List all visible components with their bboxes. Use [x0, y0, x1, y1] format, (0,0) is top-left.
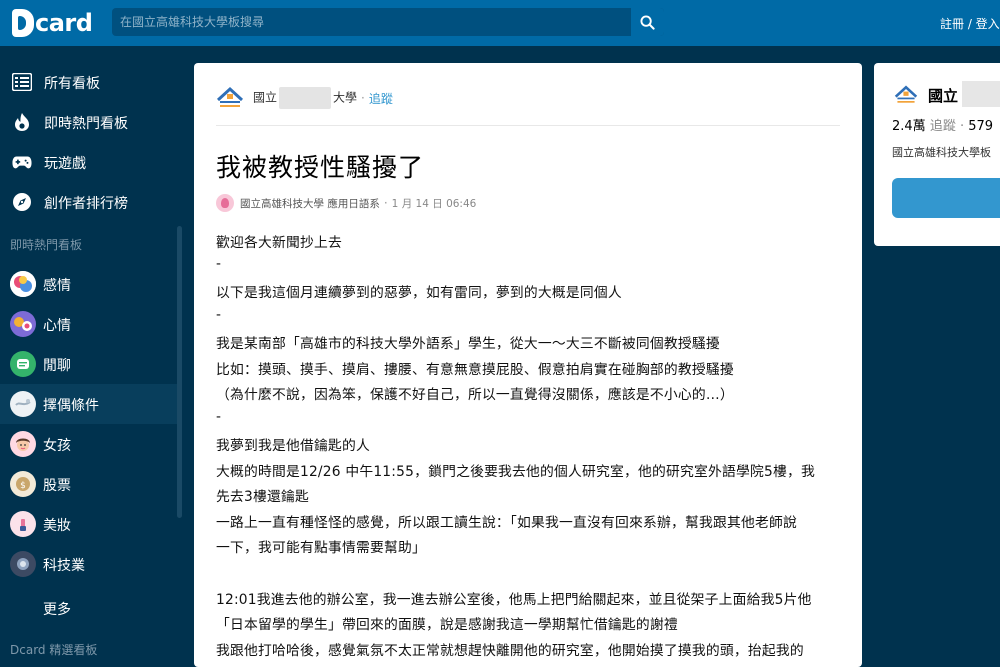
board-item-tech-industry[interactable]: 科技業 — [0, 544, 180, 584]
chat-board-icon — [10, 351, 36, 377]
relationship-board-icon — [10, 271, 36, 297]
body-line: 以下是我這個月連續夢到的惡夢，如有雷同，夢到的大概是同個人 — [216, 285, 622, 301]
more-boards-link[interactable]: 更多 — [43, 599, 71, 619]
search-input[interactable] — [112, 8, 630, 36]
search-icon — [640, 14, 655, 30]
board-label: 股票 — [43, 478, 71, 494]
separator-dot: · — [383, 196, 388, 210]
author-name: 國立高雄科技大學 應用日語系 — [240, 197, 380, 210]
board-label: 閒聊 — [43, 358, 71, 374]
board-item-chat[interactable]: 閒聊 — [0, 344, 180, 384]
nav-creator-ranking[interactable]: 創作者排行榜 — [0, 182, 180, 222]
tech-industry-board-icon — [10, 551, 36, 577]
body-line: 比如：摸頭、摸手、摸肩、摟腰、有意無意摸屁股、假意拍肩實在碰胸部的教授騷擾 — [216, 362, 734, 378]
board-item-stock[interactable]: $ 股票 — [0, 464, 180, 504]
board-item-mood[interactable]: 心情 — [0, 304, 180, 344]
post-card: 國立 大學 · 追蹤 我被教授性騷擾了 國立高雄科技大學 應用日語系 · 1 月 … — [194, 63, 862, 667]
partner-criteria-board-icon — [10, 391, 36, 417]
body-line: - — [216, 409, 222, 425]
body-line: 一下，我可能有點事情需要幫助」 — [216, 540, 426, 556]
school-logo-icon — [216, 86, 244, 107]
register-login-link[interactable]: 註冊 / 登入 — [940, 15, 1000, 32]
board-item-relationship[interactable]: 感情 — [0, 264, 180, 304]
forum-info-card: 國立 2.4萬 追蹤 · 579 國立高雄科技大學板 發文 — [874, 63, 1000, 246]
forum-description: 國立高雄科技大學板 — [892, 146, 991, 159]
featured-boards-section-title: Dcard 精選看板 — [10, 643, 98, 657]
dcard-logo[interactable]: card — [12, 8, 93, 38]
body-line: 一路上一直有種怪怪的感覺，所以跟工讀生說：「如果我一直沒有回來系辦，幫我跟其他老… — [216, 515, 797, 531]
posts-count: 579 — [968, 119, 994, 134]
forum-title[interactable]: 國立 — [928, 85, 958, 106]
body-line: 我夢到我是他借鑰匙的人 — [216, 438, 370, 454]
post-time: 1 月 14 日 06:46 — [391, 197, 477, 210]
redacted-text — [962, 81, 1000, 107]
board-label: 心情 — [43, 318, 71, 334]
separator-dot: · — [361, 91, 365, 105]
body-line: 先去3樓還鑰匙 — [216, 489, 309, 505]
body-line: 我跟他打哈哈後，感覺氣氛不太正常就想趕快離開他的研究室，他開始摸了摸我的頭，抬起… — [216, 643, 804, 659]
nav-play-games[interactable]: 玩遊戲 — [0, 142, 180, 182]
nav-hot-boards[interactable]: 即時熱門看板 — [0, 102, 180, 142]
body-line: 12:01我進去他的辦公室，我一進去辦公室後，他馬上把門給關起來，並且從架子上面… — [216, 592, 812, 608]
board-label: 女孩 — [43, 438, 71, 454]
mood-board-icon — [10, 311, 36, 337]
search-bar — [112, 8, 664, 36]
top-bar: card 註冊 / 登入 — [0, 0, 1000, 46]
board-item-partner-criteria[interactable]: 擇偶條件 — [0, 384, 180, 424]
followers-count: 2.4萬 — [892, 119, 926, 134]
nav-label: 所有看板 — [44, 76, 100, 92]
forum-stats: 2.4萬 追蹤 · 579 — [892, 115, 993, 134]
board-label: 科技業 — [43, 558, 85, 574]
board-label: 美妝 — [43, 518, 71, 534]
compass-icon — [12, 192, 32, 212]
board-label: 擇偶條件 — [43, 398, 99, 414]
redacted-text — [279, 87, 332, 109]
author-row: 國立高雄科技大學 應用日語系 · 1 月 14 日 06:46 — [216, 193, 476, 213]
nav-all-boards[interactable]: 所有看板 — [0, 62, 180, 102]
author-avatar — [216, 194, 234, 212]
post-button[interactable]: 發文 — [892, 178, 1000, 218]
body-line: （為什麼不說，因為笨，保護不好自己，所以一直覺得沒關係，應該是不小心的…） — [216, 387, 734, 403]
body-line: - — [216, 307, 222, 323]
forum-header: 國立 大學 · 追蹤 — [216, 85, 393, 111]
dcard-logo-text: card — [35, 9, 93, 37]
nav-label: 玩遊戲 — [44, 156, 86, 172]
followers-label: 追蹤 — [929, 119, 956, 134]
search-button[interactable] — [630, 8, 664, 36]
board-item-makeup[interactable]: 美妝 — [0, 504, 180, 544]
body-line: 大概的時間是12/26 中午11:55，鎖門之後要我去他的個人研究室，他的研究室… — [216, 464, 815, 480]
school-logo-icon — [894, 85, 918, 103]
body-line: 「日本留學的學生」帶回來的面膜，說是感謝我這一學期幫忙借鑰匙的謝禮 — [216, 617, 678, 633]
stock-board-icon: $ — [10, 471, 36, 497]
body-line: 我是某南部「高雄市的科技大學外語系」學生，從大一～大三不斷被同個教授騷擾 — [216, 336, 720, 352]
separator-dot: · — [959, 119, 965, 134]
list-icon — [12, 72, 32, 92]
body-line: 歡迎各大新聞抄上去 — [216, 235, 342, 251]
girl-board-icon — [10, 431, 36, 457]
post-title: 我被教授性騷擾了 — [216, 153, 425, 182]
header-divider — [216, 125, 840, 126]
svg-text:$: $ — [20, 481, 26, 491]
sidebar: 所有看板 即時熱門看板 玩遊戲 創作者排行榜 即時熱門看板 感情 心情 閒聊 擇… — [0, 46, 180, 667]
forum-name[interactable]: 國立 大學 — [253, 87, 357, 109]
dcard-logo-mark — [12, 9, 34, 37]
board-item-girl[interactable]: 女孩 — [0, 424, 180, 464]
sidebar-scrollbar[interactable] — [177, 226, 182, 518]
nav-label: 即時熱門看板 — [44, 116, 128, 132]
board-label: 感情 — [43, 278, 71, 294]
flame-icon — [12, 112, 32, 132]
follow-link[interactable]: 追蹤 — [369, 90, 393, 107]
gamepad-icon — [12, 152, 32, 172]
makeup-board-icon — [10, 511, 36, 537]
nav-label: 創作者排行榜 — [44, 196, 128, 212]
hot-boards-section-title: 即時熱門看板 — [10, 238, 83, 252]
body-line: - — [216, 256, 222, 272]
